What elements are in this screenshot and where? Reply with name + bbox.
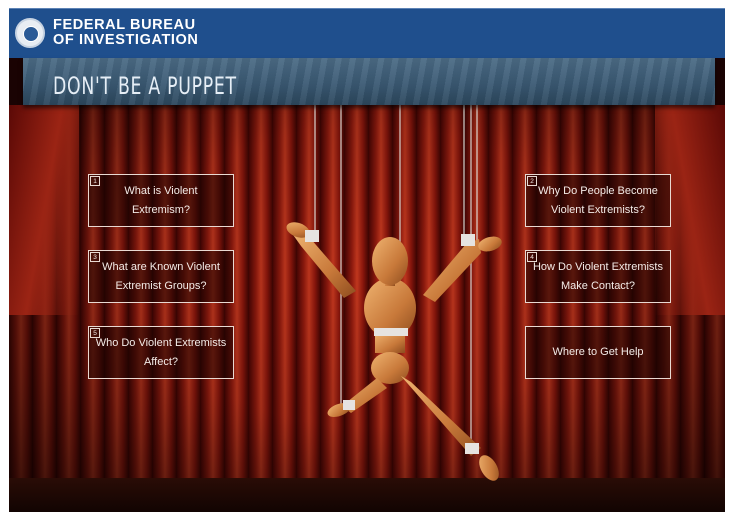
menu-item-label: Who Do Violent Extremists Affect? xyxy=(95,336,227,368)
page-title: DON'T BE A PUPPET xyxy=(53,72,237,100)
menu-item-label: Where to Get Help xyxy=(552,346,644,358)
menu-item-number: 1 xyxy=(90,176,100,186)
menu-item-label: What is Violent Extremism? xyxy=(124,184,198,216)
agency-name[interactable]: FEDERAL BUREAU OF INVESTIGATION xyxy=(53,18,198,48)
menu-item-number: 4 xyxy=(527,252,537,262)
site-header: FEDERAL BUREAU OF INVESTIGATION xyxy=(9,8,725,58)
menu-item-number: 5 xyxy=(90,328,100,338)
page: FEDERAL BUREAU OF INVESTIGATION DON'T BE … xyxy=(0,0,734,512)
menu-item-who-do-violent-extremists-affect[interactable]: 5 Who Do Violent Extremists Affect? xyxy=(88,326,234,379)
menu-item-label: What are Known Violent Extremist Groups? xyxy=(102,260,220,292)
menu-item-label: How Do Violent Extremists Make Contact? xyxy=(532,260,663,292)
menu-item-why-do-people-become-extremists[interactable]: 2 Why Do People Become Violent Extremist… xyxy=(525,174,671,227)
menu-item-known-violent-extremist-groups[interactable]: 3 What are Known Violent Extremist Group… xyxy=(88,250,234,303)
menu-item-where-to-get-help[interactable]: Where to Get Help xyxy=(525,326,671,379)
stage: FEDERAL BUREAU OF INVESTIGATION DON'T BE … xyxy=(9,8,725,512)
menu-item-what-is-violent-extremism[interactable]: 1 What is Violent Extremism? xyxy=(88,174,234,227)
menu-item-number: 3 xyxy=(90,252,100,262)
agency-name-text: FEDERAL BUREAU OF INVESTIGATION xyxy=(53,17,199,48)
menu-item-number: 2 xyxy=(527,176,537,186)
fbi-seal-icon[interactable] xyxy=(15,18,45,48)
menu-item-how-do-extremists-make-contact[interactable]: 4 How Do Violent Extremists Make Contact… xyxy=(525,250,671,303)
menu-item-label: Why Do People Become Violent Extremists? xyxy=(538,184,658,216)
title-banner: DON'T BE A PUPPET xyxy=(23,58,715,105)
